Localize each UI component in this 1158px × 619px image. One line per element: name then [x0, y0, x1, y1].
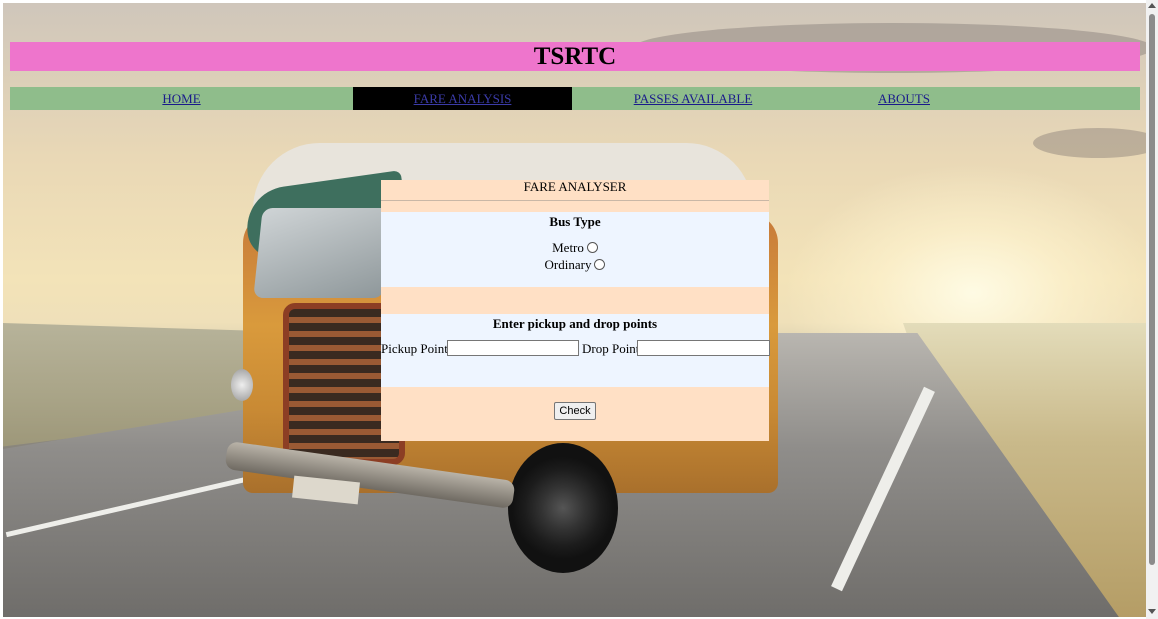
bus-type-section: Bus Type Metro Ordinary [381, 212, 769, 287]
bus-headlight [231, 369, 253, 401]
points-section: Enter pickup and drop points Pickup Poin… [381, 314, 770, 387]
scroll-thumb[interactable] [1149, 14, 1155, 565]
nav-bar: HOME FARE ANALYSIS PASSES AVAILABLE ABOU… [10, 87, 1140, 110]
ordinary-option: Ordinary [381, 257, 769, 273]
check-button[interactable]: Check [554, 402, 596, 420]
fare-analyser-panel: FARE ANALYSER Bus Type Metro Ordinary En… [381, 179, 770, 441]
points-row: Pickup Point Drop Point [381, 340, 770, 358]
scrollbar[interactable] [1146, 0, 1158, 619]
scroll-up-icon[interactable] [1148, 3, 1156, 8]
nav-passes-available-link[interactable]: PASSES AVAILABLE [572, 87, 814, 110]
pickup-label: Pickup Point [381, 341, 448, 356]
site-title: TSRTC [10, 42, 1140, 71]
nav-abouts-link[interactable]: ABOUTS [814, 87, 994, 110]
drop-label: Drop Point [582, 341, 640, 356]
bus-windshield [253, 208, 393, 298]
divider [381, 200, 769, 201]
cloud [1033, 128, 1146, 158]
scroll-down-icon[interactable] [1148, 609, 1156, 614]
nav-home-link[interactable]: HOME [10, 87, 353, 110]
bus-type-heading: Bus Type [549, 214, 601, 229]
pickup-input[interactable] [447, 340, 579, 356]
points-heading: Enter pickup and drop points [492, 316, 658, 331]
metro-label: Metro [552, 240, 584, 255]
metro-radio[interactable] [586, 241, 598, 253]
nav-fare-analysis-link[interactable]: FARE ANALYSIS [353, 87, 572, 110]
ordinary-label: Ordinary [544, 257, 592, 272]
panel-title: FARE ANALYSER [523, 179, 627, 194]
ordinary-radio[interactable] [594, 258, 606, 270]
metro-option: Metro [381, 240, 769, 256]
drop-input[interactable] [637, 340, 770, 356]
bus-wheel [508, 443, 618, 573]
